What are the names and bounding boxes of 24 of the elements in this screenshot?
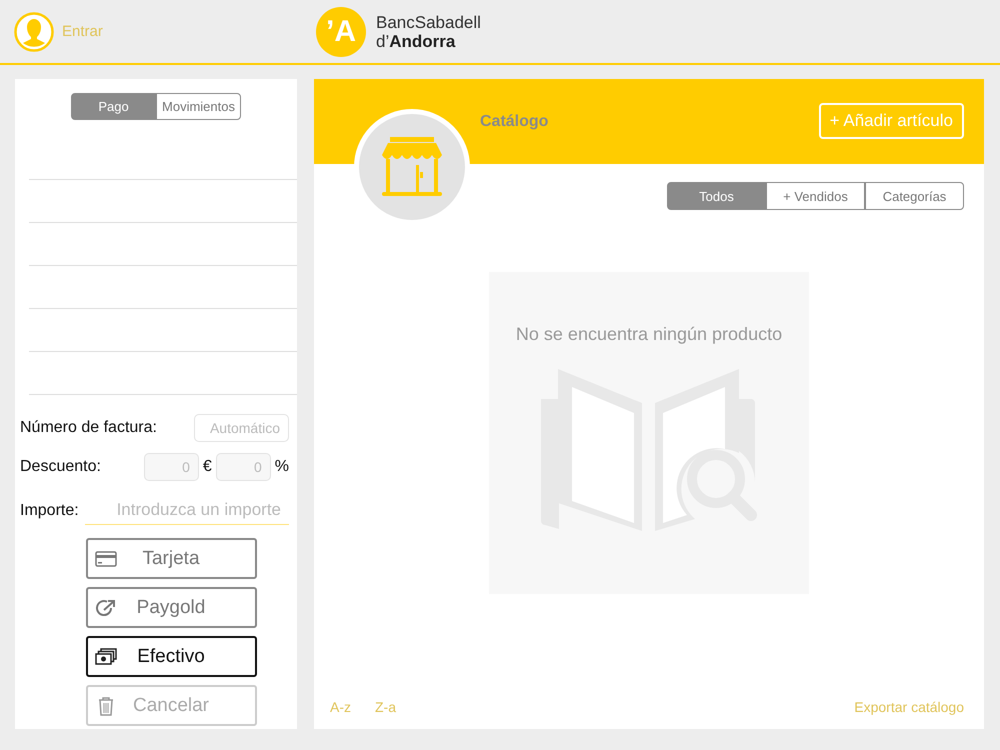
logo-mark: ’A — [316, 6, 366, 56]
logo-text: BancSabadell — [376, 12, 481, 32]
segment-tab[interactable]: Movimientos — [156, 93, 241, 120]
filter-tab[interactable]: + Vendidos — [766, 182, 865, 210]
empty-message: No se encuentra ningún producto — [516, 324, 782, 345]
amount-label: Importe: — [20, 502, 79, 520]
storefront-icon — [380, 137, 444, 197]
logo-text: d’Andorra — [376, 32, 456, 50]
percent-unit: % — [274, 458, 289, 476]
discount-amount-field[interactable]: 0 — [144, 452, 199, 480]
segment-tab[interactable]: Pago — [71, 93, 156, 120]
payment-button[interactable]: Paygold — [86, 587, 256, 628]
discount-percent-field[interactable]: 0 — [216, 452, 271, 480]
payment-button[interactable]: Tarjeta — [86, 538, 256, 579]
user-avatar-icon[interactable] — [14, 12, 54, 52]
book-search-icon — [541, 367, 757, 531]
catalog-title: Catálogo — [480, 113, 550, 131]
payment-button[interactable]: Efectivo — [86, 636, 256, 677]
invoice-label: Número de factura: — [20, 418, 158, 436]
discount-label: Descuento: — [20, 458, 102, 476]
filter-tab[interactable]: Todos — [667, 182, 766, 210]
currency-unit: € — [202, 458, 212, 476]
filter-tab[interactable]: Categorías — [865, 182, 964, 210]
invoice-number-field[interactable]: Automático — [194, 414, 289, 442]
